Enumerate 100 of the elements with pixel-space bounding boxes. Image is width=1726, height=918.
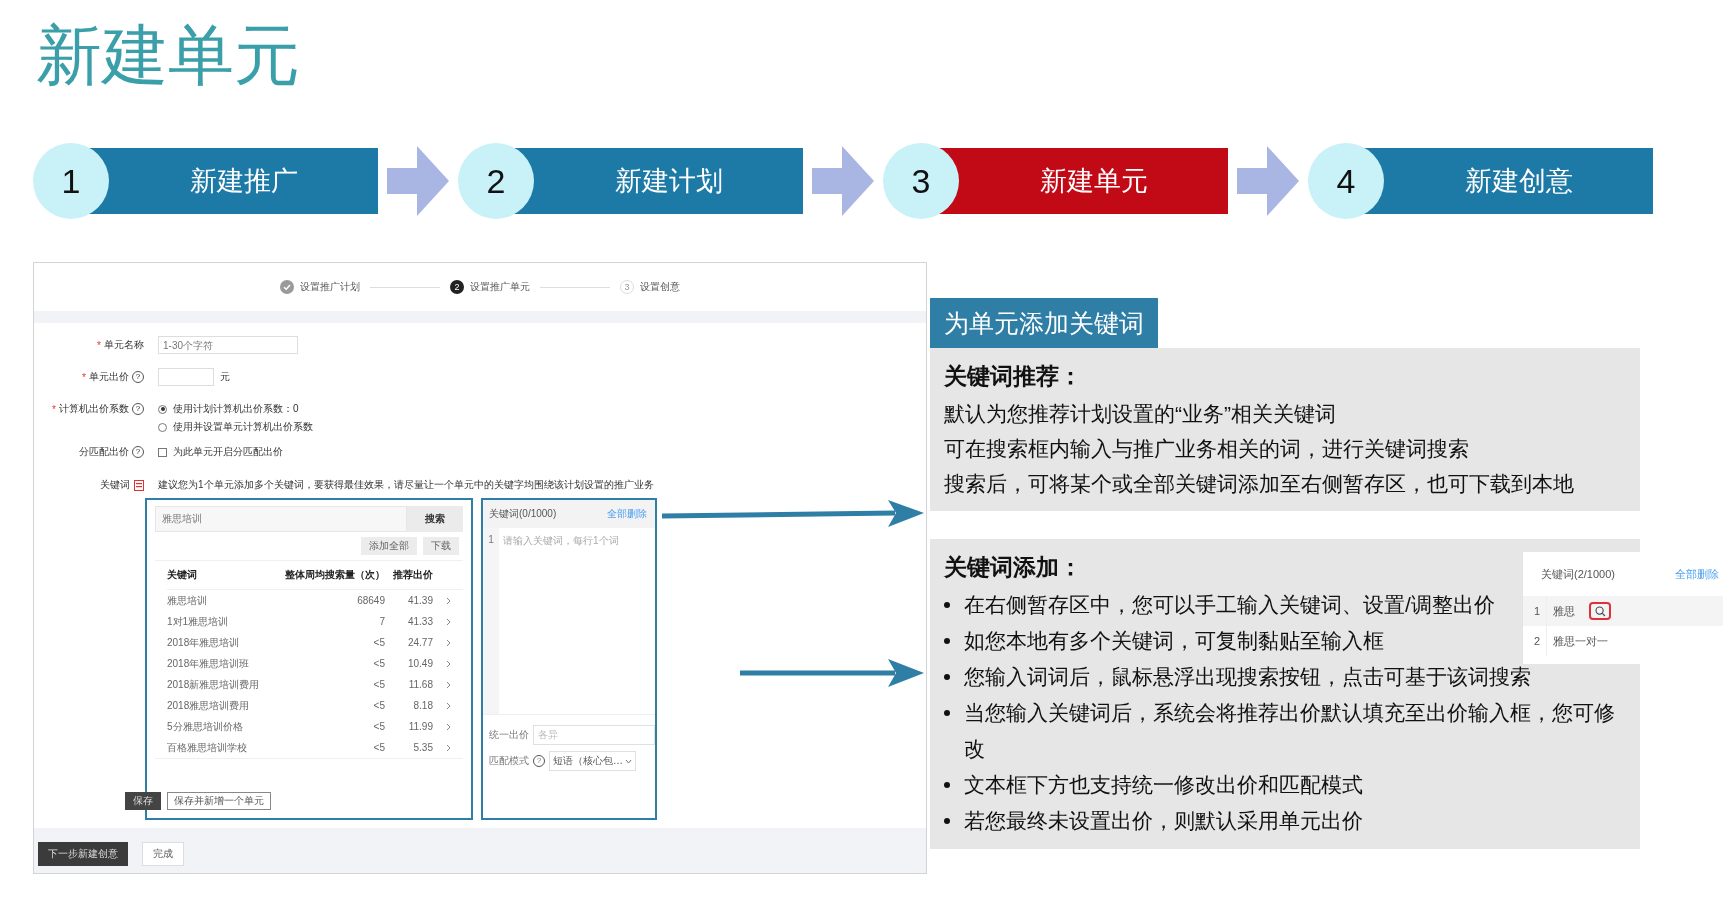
table-cell-text: 11.99	[407, 720, 433, 734]
textarea-placeholder: 请输入关键词，每行1个词	[502, 534, 619, 548]
bullet-icon	[944, 674, 950, 680]
section-heading: 关键词添加：	[944, 553, 1082, 582]
clear-all-link[interactable]: 全部删除	[1675, 566, 1719, 582]
callout-text: 默认为您推荐计划设置的“业务”相关关键词	[944, 401, 1337, 427]
table-cell-text: 2018年雅思培训	[167, 635, 241, 650]
table-cell-text: 11.68	[407, 678, 433, 692]
column-header: 整体周均搜索量（次）	[285, 561, 385, 590]
checkbox[interactable]	[158, 447, 167, 457]
chevron-icon[interactable]	[445, 596, 451, 605]
name-field[interactable]: 1-30个字符	[158, 336, 298, 354]
search-icon	[1594, 605, 1606, 617]
bullet-text: 文本框下方也支持统一修改出价和匹配模式	[964, 772, 1363, 798]
field-label: 单元名称	[104, 338, 144, 352]
check-icon	[280, 280, 294, 294]
chevron-icon[interactable]	[445, 617, 451, 626]
search-button[interactable]	[1589, 602, 1611, 620]
line-number: 2	[1523, 626, 1547, 656]
chevron-icon[interactable]	[445, 638, 451, 647]
chevron-icon[interactable]	[445, 722, 451, 731]
action-button[interactable]: 下载	[423, 537, 459, 555]
table-cell-text: 2018新雅思培训费用	[167, 677, 261, 692]
hint-text: 建议您为1个单元添加多个关键词，要获得最佳效果，请尽量让一个单元中的关键字均围绕该计划设置的推广业务	[158, 478, 655, 492]
line-number: 1	[1523, 596, 1547, 626]
required-mark: *	[82, 371, 86, 383]
keyword-text: 雅思一对一	[1552, 633, 1608, 649]
callout-title: 为单元添加关键词	[930, 298, 1158, 348]
next-step-button[interactable]: 下一步新建创意	[38, 842, 128, 866]
radio-label: 使用并设置单元计算机出价系数	[173, 420, 313, 434]
keyword-count: 关键词(0/1000)	[489, 507, 557, 521]
arrow-icon	[812, 146, 874, 216]
required-mark: *	[97, 339, 101, 351]
step-number: 4	[1308, 143, 1384, 219]
field-label: 匹配模式	[489, 754, 529, 768]
bullet-icon	[944, 602, 950, 608]
table-cell-text: 5分雅思培训价格	[167, 719, 244, 734]
action-button[interactable]: 添加全部	[361, 537, 417, 555]
field-label: 分匹配出价	[79, 445, 129, 459]
keyword-text: 雅思	[1552, 603, 1575, 619]
table-cell-text: 2018雅思培训费用	[167, 698, 251, 713]
save-button[interactable]: 保存	[125, 792, 161, 810]
section-heading: 关键词推荐：	[944, 362, 1082, 391]
price-field[interactable]	[158, 368, 214, 386]
field-label: 单元出价	[89, 370, 129, 384]
checkbox-label: 为此单元开启分匹配出价	[173, 445, 283, 459]
table-cell-text: 10.49	[406, 657, 433, 671]
bullet-text: 若您最终未设置出价，则默认采用单元出价	[964, 808, 1363, 834]
table-cell-text: 5.35	[412, 741, 433, 755]
field-label: 计算机出价系数	[59, 402, 129, 416]
bullet-icon	[944, 782, 950, 788]
chevron-icon[interactable]	[445, 680, 451, 689]
table-cell-text: 2018年雅思培训班	[167, 656, 251, 671]
table-cell-text: <5	[372, 657, 385, 671]
table-cell-text: 41.33	[406, 615, 433, 629]
table-cell-text: <5	[372, 678, 385, 692]
table-cell-text: 7	[378, 615, 385, 629]
table-cell-text: <5	[372, 636, 385, 650]
finish-button[interactable]: 完成	[142, 842, 184, 866]
table-cell-text: 68649	[356, 594, 385, 608]
table-cell-text: 1对1雅思培训	[167, 614, 230, 629]
bullet-text: 当您输入关键词后，系统会将推荐出价默认填充至出价输入框，您可修改	[964, 700, 1616, 762]
table-cell-text: 雅思培训	[167, 593, 208, 608]
match-dropdown[interactable]: 短语（核心包…	[549, 751, 636, 771]
chevron-icon[interactable]	[445, 743, 451, 752]
callout-text: 搜索后，可将某个或全部关键词添加至右侧暂存区，也可下载到本地	[944, 471, 1575, 497]
keyword-textarea[interactable]: 1 请输入关键词，每行1个词	[483, 528, 655, 715]
step-number: 3	[883, 143, 959, 219]
radio-label: 使用计划计算机出价系数：0	[173, 402, 299, 416]
bullet-icon	[944, 818, 950, 824]
save-and-new-button[interactable]: 保存并新增一个单元	[167, 792, 271, 810]
search-field[interactable]: 雅思培训	[155, 506, 407, 532]
callout-text: 可在搜索框内输入与推广业务相关的词，进行关键词搜索	[944, 436, 1470, 462]
field-label: 关键词	[100, 478, 130, 492]
bullet-icon	[944, 638, 950, 644]
step-number: 1	[33, 143, 109, 219]
chevron-icon[interactable]	[445, 701, 451, 710]
field-label: 统一出价	[489, 728, 529, 742]
unit-label: 元	[220, 370, 230, 384]
required-mark: *	[52, 403, 56, 415]
bullet-text: 如您本地有多个关键词，可复制黏贴至输入框	[964, 628, 1384, 654]
step-label: 设置创意	[640, 280, 680, 294]
bullet-icon	[944, 710, 950, 716]
note-icon	[134, 479, 144, 491]
column-header: 推荐出价	[385, 561, 433, 590]
chevron-icon[interactable]	[445, 659, 451, 668]
caret-icon	[625, 758, 632, 764]
bullet-text: 在右侧暂存区中，您可以手工输入关键词、设置/调整出价	[964, 592, 1495, 618]
table-cell-text: 百格雅思培训学校	[167, 740, 248, 755]
step-label: 设置推广计划	[300, 280, 360, 294]
keyword-count: 关键词(2/1000)	[1541, 566, 1615, 582]
step-number: 2	[450, 280, 464, 294]
search-button[interactable]: 搜索	[407, 506, 463, 532]
step-number: 2	[458, 143, 534, 219]
table-cell-text: 8.18	[412, 699, 433, 713]
slide-title: 新建单元	[36, 18, 300, 92]
table-cell-text: <5	[372, 720, 385, 734]
table-cell-text: <5	[372, 699, 385, 713]
step-label: 设置推广单元	[470, 280, 530, 294]
table-cell-text: 41.39	[406, 594, 433, 608]
